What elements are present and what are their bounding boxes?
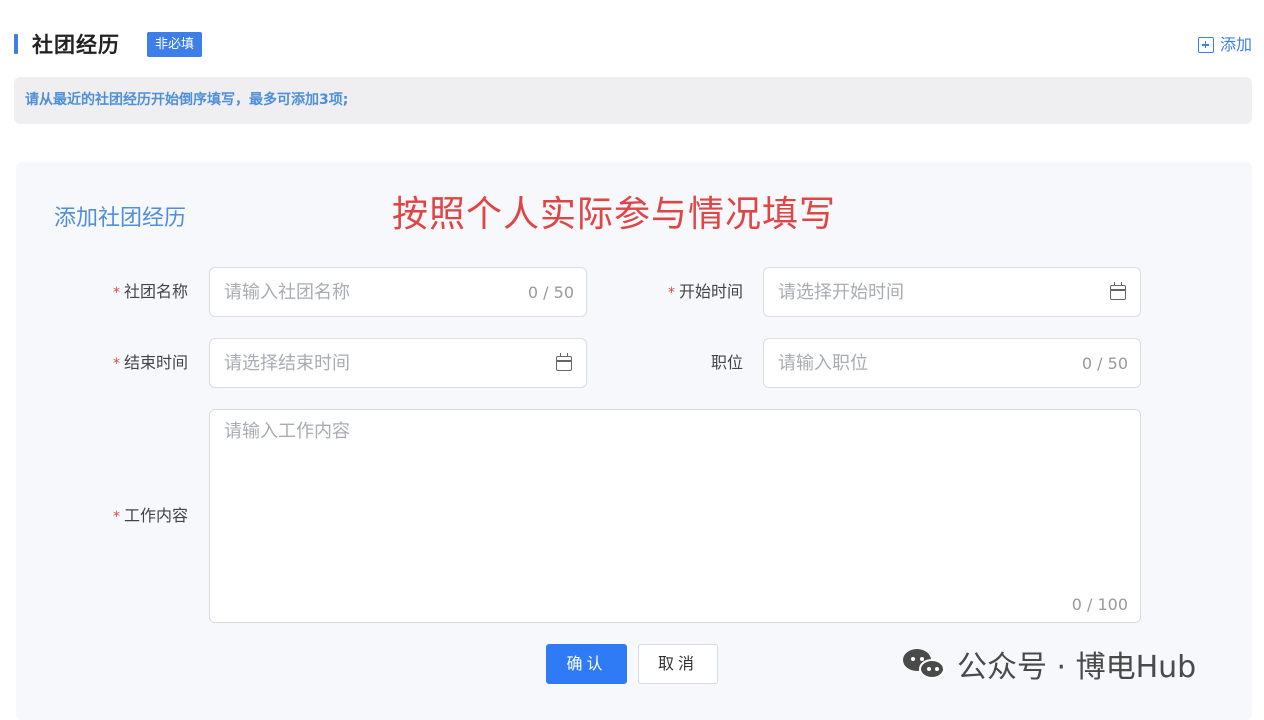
club-name-counter: 0 / 50 bbox=[527, 283, 574, 302]
work-content-label: * 工作内容 bbox=[112, 506, 188, 525]
calendar-icon bbox=[1110, 282, 1126, 300]
optional-badge: 非必填 bbox=[147, 32, 203, 57]
annotation-text: 按照个人实际参与情况填写 bbox=[392, 194, 837, 235]
end-time-picker[interactable]: 请选择结束时间 bbox=[209, 338, 587, 388]
add-button[interactable]: 添加 bbox=[1197, 32, 1252, 58]
watermark-text: 公众号 · 博电Hub bbox=[957, 650, 1197, 685]
required-mark: * bbox=[667, 285, 675, 301]
club-name-input[interactable]: 请输入社团名称 0 / 50 bbox=[209, 267, 587, 317]
required-mark: * bbox=[112, 285, 120, 301]
notice-banner: 请从最近的社团经历开始倒序填写，最多可添加3项; bbox=[14, 77, 1252, 124]
work-content-textarea[interactable]: 请输入工作内容 0 / 100 bbox=[209, 409, 1141, 623]
position-input[interactable]: 请输入职位 0 / 50 bbox=[763, 338, 1141, 388]
end-time-placeholder: 请选择结束时间 bbox=[224, 353, 350, 374]
position-counter: 0 / 50 bbox=[1081, 354, 1128, 373]
club-name-placeholder: 请输入社团名称 bbox=[224, 282, 350, 303]
cancel-button[interactable]: 取消 bbox=[638, 644, 718, 684]
required-mark: * bbox=[112, 356, 120, 372]
add-button-label: 添加 bbox=[1219, 35, 1252, 54]
work-content-placeholder: 请输入工作内容 bbox=[224, 421, 350, 442]
required-mark: * bbox=[112, 509, 120, 525]
position-placeholder: 请输入职位 bbox=[778, 353, 868, 374]
form-panel: 添加社团经历 按照个人实际参与情况填写 * 社团名称 请输入社团名称 0 / 50… bbox=[16, 162, 1252, 720]
club-name-label: * 社团名称 bbox=[112, 282, 188, 301]
section-header: 社团经历 非必填 添加 bbox=[14, 30, 1252, 62]
accent-bar bbox=[14, 34, 18, 54]
work-content-counter: 0 / 100 bbox=[1071, 595, 1128, 614]
notice-text: 请从最近的社团经历开始倒序填写，最多可添加3项; bbox=[25, 92, 349, 108]
form-title: 添加社团经历 bbox=[54, 206, 187, 231]
section-title: 社团经历 bbox=[32, 33, 120, 57]
start-time-picker[interactable]: 请选择开始时间 bbox=[763, 267, 1141, 317]
wechat-icon bbox=[903, 647, 947, 681]
position-label: 职位 bbox=[710, 353, 743, 372]
end-time-label: * 结束时间 bbox=[112, 353, 188, 372]
confirm-button[interactable]: 确认 bbox=[546, 644, 627, 684]
start-time-label: * 开始时间 bbox=[667, 282, 743, 301]
watermark: 公众号 · 博电Hub bbox=[903, 646, 1196, 685]
start-time-placeholder: 请选择开始时间 bbox=[778, 282, 904, 303]
plus-box-icon bbox=[1197, 37, 1214, 53]
calendar-icon bbox=[556, 353, 572, 371]
